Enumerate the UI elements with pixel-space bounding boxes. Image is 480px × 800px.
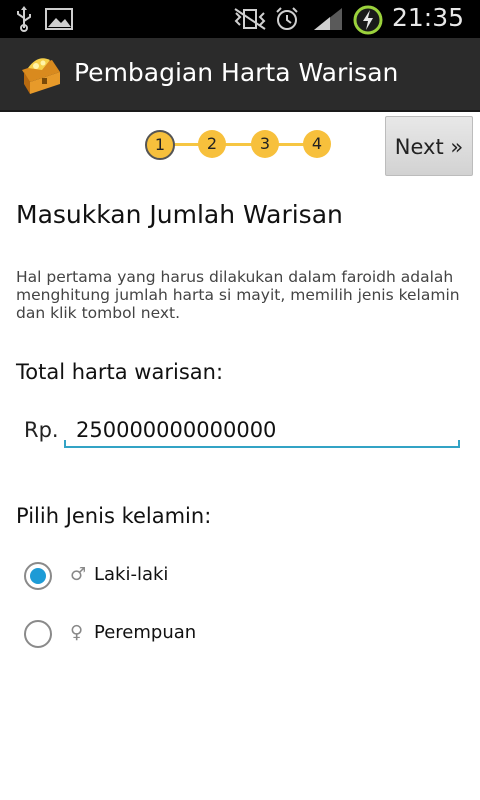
treasure-chest-icon[interactable] bbox=[18, 52, 64, 96]
page-description: Hal pertama yang harus dilakukan dalam f… bbox=[16, 268, 460, 322]
radio-label-female: Perempuan bbox=[94, 622, 197, 643]
status-bar: 21:35 bbox=[0, 0, 480, 38]
vibrate-icon bbox=[234, 8, 266, 30]
currency-prefix: Rp. bbox=[24, 418, 59, 442]
radio-male[interactable]: ♂ Laki-laki bbox=[24, 562, 224, 594]
radio-button-unchecked[interactable] bbox=[24, 620, 52, 648]
amount-label: Total harta warisan: bbox=[16, 360, 224, 384]
action-bar: Pembagian Harta Warisan bbox=[0, 38, 480, 112]
amount-input[interactable] bbox=[66, 412, 468, 448]
male-symbol-icon: ♂ bbox=[70, 564, 87, 585]
battery-charging-icon bbox=[353, 5, 383, 35]
step-4: 4 bbox=[303, 130, 331, 158]
step-3: 3 bbox=[251, 130, 279, 158]
radio-button-checked[interactable] bbox=[24, 562, 52, 590]
step-2: 2 bbox=[198, 130, 226, 158]
gallery-icon bbox=[45, 8, 73, 30]
gender-label: Pilih Jenis kelamin: bbox=[16, 504, 212, 528]
alarm-icon bbox=[276, 7, 298, 30]
page-title: Masukkan Jumlah Warisan bbox=[16, 200, 343, 229]
radio-label-male: Laki-laki bbox=[94, 564, 169, 585]
signal-icon bbox=[314, 8, 342, 30]
radio-female[interactable]: ♀ Perempuan bbox=[24, 620, 224, 652]
step-1: 1 bbox=[145, 130, 175, 160]
next-button[interactable]: Next » bbox=[385, 116, 473, 176]
female-symbol-icon: ♀ bbox=[70, 622, 84, 643]
amount-input-underline bbox=[64, 440, 460, 448]
usb-icon bbox=[17, 6, 31, 32]
step-indicator: 1 2 3 4 bbox=[145, 130, 335, 160]
app-title: Pembagian Harta Warisan bbox=[74, 58, 399, 87]
clock: 21:35 bbox=[391, 3, 464, 32]
